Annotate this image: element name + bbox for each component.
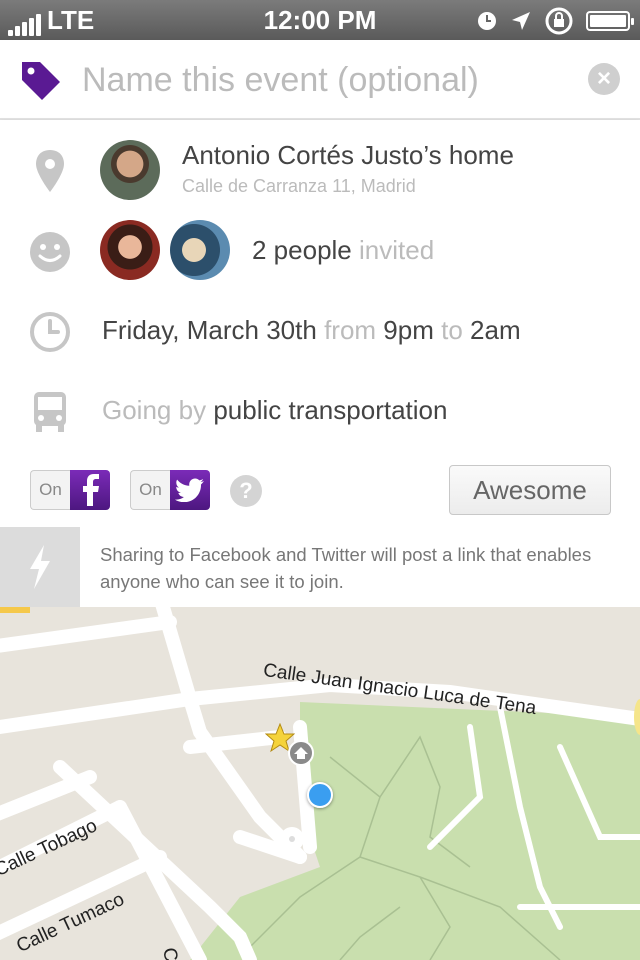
alarm-icon xyxy=(478,12,496,30)
event-day: Friday, March 30th xyxy=(102,315,317,345)
rotation-lock-icon xyxy=(545,7,573,35)
event-name-input[interactable] xyxy=(82,52,562,108)
sharing-info-banner: Sharing to Facebook and Twitter will pos… xyxy=(0,527,640,607)
invited-count[interactable]: 2 people invited xyxy=(252,235,434,266)
facebook-toggle-label: On xyxy=(30,470,70,510)
tag-icon xyxy=(22,62,60,100)
awesome-button[interactable]: Awesome xyxy=(449,465,611,515)
map-view[interactable]: Calle Juan Ignacio Luca de Tena Calle To… xyxy=(0,607,640,960)
facebook-toggle[interactable]: On xyxy=(30,470,110,510)
facebook-icon xyxy=(70,470,110,510)
event-time[interactable]: Friday, March 30th from 9pm to 2am xyxy=(102,315,521,346)
location-pin-icon xyxy=(36,150,64,192)
event-details-panel: Antonio Cortés Justo’s home Calle de Car… xyxy=(0,120,640,527)
invitee-avatar xyxy=(100,220,160,280)
bus-icon xyxy=(34,392,66,432)
from-word: from xyxy=(324,315,377,345)
to-word: to xyxy=(441,315,463,345)
end-time: 2am xyxy=(470,315,521,345)
location-address: Calle de Carranza 11, Madrid xyxy=(182,176,416,196)
start-time: 9pm xyxy=(383,315,434,345)
clear-icon[interactable]: × xyxy=(588,63,620,95)
status-bar: LTE 12:00 PM xyxy=(0,0,640,40)
current-location-dot xyxy=(307,782,333,808)
help-icon[interactable]: ? xyxy=(230,475,262,507)
location-title[interactable]: Antonio Cortés Justo’s home xyxy=(182,140,514,171)
transport-line[interactable]: Going by public transportation xyxy=(102,395,447,426)
location-arrow-icon xyxy=(512,12,530,30)
home-marker-icon[interactable] xyxy=(288,740,314,766)
smiley-icon xyxy=(30,232,70,272)
people-count: 2 people xyxy=(252,235,352,265)
battery-icon xyxy=(586,11,634,31)
twitter-toggle-label: On xyxy=(130,470,170,510)
lightning-icon xyxy=(0,527,80,607)
clock-icon xyxy=(30,312,70,352)
status-icons xyxy=(476,6,634,36)
twitter-icon xyxy=(170,470,210,510)
invited-label: invited xyxy=(359,235,435,265)
sharing-note: Sharing to Facebook and Twitter will pos… xyxy=(100,544,592,592)
event-name-row: × xyxy=(0,40,640,120)
transport-mode: public transportation xyxy=(213,395,448,425)
transport-prefix: Going by xyxy=(102,395,207,425)
twitter-toggle[interactable]: On xyxy=(130,470,210,510)
invitee-avatar xyxy=(170,220,230,280)
host-avatar xyxy=(100,140,160,200)
